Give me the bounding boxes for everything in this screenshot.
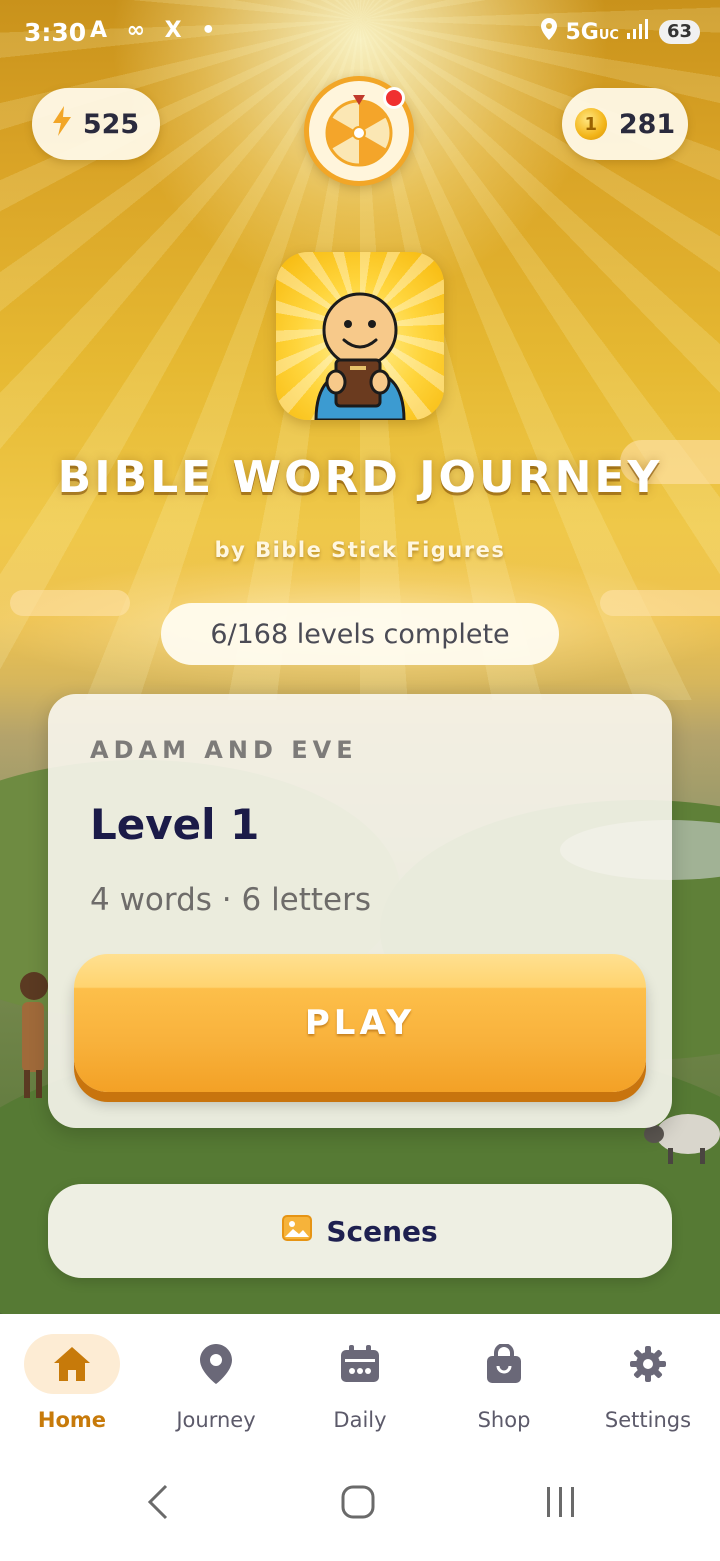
gear-icon [600, 1334, 696, 1394]
nav-shop-label: Shop [477, 1408, 531, 1432]
coin-counter[interactable]: 1 281 [562, 88, 688, 160]
notification-dot [383, 87, 405, 109]
energy-counter[interactable]: 525 [32, 88, 160, 160]
network-type: 5GUC [565, 19, 619, 45]
battery-indicator: 63 [658, 20, 700, 44]
back-icon[interactable] [144, 1484, 172, 1524]
levels-progress: 6/168 levels complete [161, 603, 559, 665]
scenes-label: Scenes [326, 1214, 438, 1248]
level-details: 4 words · 6 letters [90, 882, 372, 918]
nav-journey-label: Journey [176, 1408, 256, 1432]
level-card: ADAM AND EVE Level 1 4 words · 6 letters… [48, 694, 672, 1128]
location-pin-icon [168, 1334, 264, 1394]
nav-home[interactable]: Home [0, 1314, 144, 1440]
status-time: 3:30 [24, 18, 87, 47]
scenes-button[interactable]: Scenes [48, 1184, 672, 1278]
nav-settings-label: Settings [604, 1408, 692, 1432]
notification-icons: A ∞ X • [90, 18, 222, 43]
calendar-icon [312, 1334, 408, 1394]
signal-icon [626, 19, 651, 45]
chapter-name: ADAM AND EVE [90, 736, 358, 764]
level-title: Level 1 [90, 800, 260, 849]
spin-wheel-button[interactable] [304, 76, 414, 186]
shopping-bag-icon [456, 1334, 552, 1394]
system-navigation-bar [0, 1440, 720, 1561]
energy-value: 525 [82, 108, 140, 140]
status-bar: 3:30 A ∞ X • 5GUC 63 [0, 0, 720, 70]
nav-daily-label: Daily [333, 1408, 387, 1432]
app-title: BIBLE WORD JOURNEY [57, 452, 663, 503]
play-button[interactable]: PLAY [74, 954, 646, 1092]
app-subtitle: by Bible Stick Figures [214, 538, 506, 562]
location-icon [541, 18, 558, 46]
coin-icon: 1 [574, 108, 607, 140]
recent-apps-icon[interactable] [544, 1484, 578, 1524]
lightning-icon [52, 105, 71, 143]
nav-settings[interactable]: Settings [576, 1314, 720, 1440]
home-icon [24, 1334, 120, 1394]
home-system-icon[interactable] [340, 1484, 376, 1524]
nav-journey[interactable]: Journey [144, 1314, 288, 1440]
nav-shop[interactable]: Shop [432, 1314, 576, 1440]
coin-value: 281 [618, 108, 676, 140]
image-icon [282, 1214, 313, 1248]
nav-daily[interactable]: Daily [288, 1314, 432, 1440]
app-logo [276, 252, 444, 420]
bottom-navigation: Home Journey Daily Shop Settings [0, 1314, 720, 1440]
stick-figure-illustration [20, 972, 48, 1098]
nav-home-label: Home [37, 1408, 107, 1432]
